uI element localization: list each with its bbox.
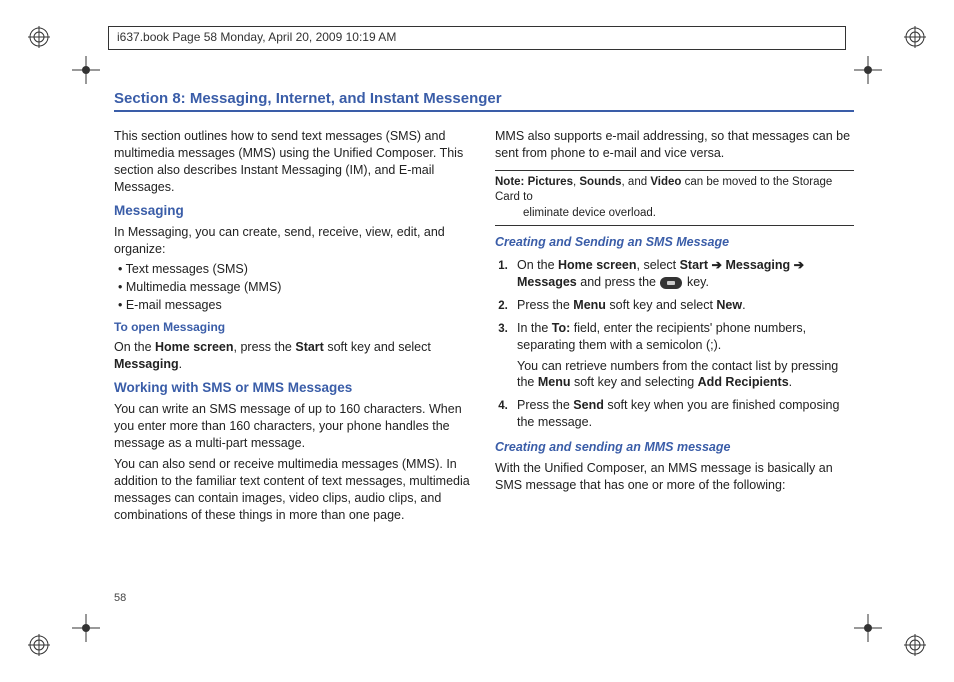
heading-messaging: Messaging <box>114 202 473 220</box>
page-content: Section 8: Messaging, Internet, and Inst… <box>114 90 854 610</box>
left-column: This section outlines how to send text m… <box>114 124 473 527</box>
heading-open-messaging: To open Messaging <box>114 319 473 335</box>
registration-target-icon <box>28 26 50 48</box>
sms-steps: On the Home screen, select Start ➔ Messa… <box>511 257 854 431</box>
heading-working-sms-mms: Working with SMS or MMS Messages <box>114 379 473 397</box>
registration-target-icon <box>904 26 926 48</box>
mms-paragraph-2: With the Unified Composer, an MMS messag… <box>495 460 854 494</box>
registration-target-icon <box>904 634 926 656</box>
bullet-mms: • Multimedia message (MMS) <box>118 279 473 296</box>
messaging-paragraph: In Messaging, you can create, send, rece… <box>114 224 473 258</box>
page-header-meta: i637.book Page 58 Monday, April 20, 2009… <box>108 26 846 50</box>
open-messaging-paragraph: On the Home screen, press the Start soft… <box>114 339 473 373</box>
section-title: Section 8: Messaging, Internet, and Inst… <box>114 90 854 112</box>
work-paragraph-1: You can write an SMS message of up to 16… <box>114 401 473 452</box>
step-1: On the Home screen, select Start ➔ Messa… <box>511 257 854 291</box>
step-4: Press the Send soft key when you are fin… <box>511 397 854 431</box>
crop-mark-icon <box>72 614 100 642</box>
right-column: MMS also supports e-mail addressing, so … <box>495 124 854 527</box>
step-3-sub: You can retrieve numbers from the contac… <box>517 358 854 392</box>
intro-paragraph: This section outlines how to send text m… <box>114 128 473 196</box>
ok-key-icon <box>660 277 682 289</box>
header-text: i637.book Page 58 Monday, April 20, 2009… <box>117 30 396 44</box>
heading-create-mms: Creating and sending an MMS message <box>495 439 854 456</box>
crop-mark-icon <box>72 56 100 84</box>
bullet-sms: • Text messages (SMS) <box>118 261 473 278</box>
crop-mark-icon <box>854 614 882 642</box>
messaging-bullets: • Text messages (SMS) • Multimedia messa… <box>118 261 473 314</box>
page-number: 58 <box>114 592 126 604</box>
step-2: Press the Menu soft key and select New. <box>511 297 854 314</box>
mms-email-paragraph: MMS also supports e-mail addressing, so … <box>495 128 854 162</box>
work-paragraph-2: You can also send or receive multimedia … <box>114 456 473 524</box>
heading-create-sms: Creating and Sending an SMS Message <box>495 234 854 251</box>
step-3: In the To: field, enter the recipients' … <box>511 320 854 392</box>
note-block: Note: Pictures, Sounds, and Video can be… <box>495 170 854 227</box>
bullet-email: • E-mail messages <box>118 297 473 314</box>
registration-target-icon <box>28 634 50 656</box>
crop-mark-icon <box>854 56 882 84</box>
